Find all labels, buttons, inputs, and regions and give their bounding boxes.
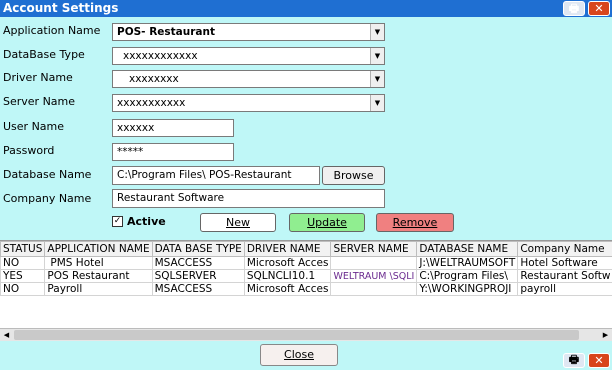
table-cell: Microsoft Acces [243,282,332,296]
close-button-label: Close [284,348,314,361]
new-button[interactable]: New [200,213,276,232]
table-cell: SQLSERVER [151,269,245,283]
driver-name-select[interactable]: xxxxxxxx ▼ [112,70,385,88]
table-cell: MSACCESS [151,282,245,296]
table-cell [330,282,418,296]
horizontal-scrollbar[interactable]: ◀ ▶ [0,328,612,341]
database-name-label: Database Name [3,168,92,181]
column-header[interactable]: DATABASE NAME [416,241,519,257]
application-name-value: POS- Restaurant [117,26,215,38]
table-cell: Microsoft Acces [243,256,332,270]
database-type-value: xxxxxxxxxxxx [123,50,198,62]
column-header[interactable]: APPLICATION NAME [44,241,153,257]
table-cell: PMS Hotel [44,256,153,270]
server-name-select[interactable]: xxxxxxxxxxx ▼ [112,94,385,112]
account-settings-window: Account Settings 🖶 ✕ Application Name Da… [0,0,612,370]
table-row[interactable]: NO PMS Hotel MSACCESS Microsoft Acces J:… [0,256,612,270]
server-name-value: xxxxxxxxxxx [117,97,186,109]
update-button[interactable]: Update [289,213,365,232]
table-cell: YES [0,269,46,283]
browse-button[interactable]: Browse [322,166,385,185]
update-button-label: Update [307,216,347,229]
remove-button[interactable]: Remove [376,213,454,232]
driver-name-label: Driver Name [3,71,73,84]
scrollbar-thumb[interactable] [14,330,579,340]
print-button[interactable]: 🖶 [563,353,585,368]
column-header[interactable]: DRIVER NAME [243,241,332,257]
table-header-row: STATUS APPLICATION NAME DATA BASE TYPE D… [0,241,612,257]
driver-name-value: xxxxxxxx [129,73,179,85]
title-bar: Account Settings 🖶 ✕ [0,0,612,17]
user-name-label: User Name [3,120,65,133]
table-cell: NO [0,282,46,296]
company-name-input[interactable]: Restaurant Software [112,189,385,208]
table-cell: NO [0,256,46,270]
active-label: Active [127,215,166,228]
password-input[interactable]: ***** [112,143,234,161]
table-cell: Payroll [44,282,153,296]
table-cell: MSACCESS [151,256,245,270]
database-type-select[interactable]: xxxxxxxxxxxx ▼ [112,47,385,65]
accounts-table[interactable]: STATUS APPLICATION NAME DATA BASE TYPE D… [0,240,612,328]
checkmark-icon: ✓ [112,216,123,227]
close-window-button[interactable]: ✕ [588,353,610,368]
table-row[interactable]: NO Payroll MSACCESS Microsoft Acces Y:\W… [0,282,612,296]
chevron-down-icon[interactable]: ▼ [370,24,384,40]
chevron-down-icon[interactable]: ▼ [370,48,384,64]
close-icon: ✕ [594,354,604,367]
application-name-label: Application Name [3,24,101,37]
printer-icon: 🖶 [568,353,580,366]
close-window-button[interactable]: ✕ [588,1,610,16]
window-title: Account Settings [3,1,119,15]
table-cell: POS Restaurant [44,269,153,283]
chevron-down-icon[interactable]: ▼ [370,95,384,111]
database-type-label: DataBase Type [3,48,85,61]
table-row[interactable]: YES POS Restaurant SQLSERVER SQLNCLI10.1… [0,269,612,283]
application-name-select[interactable]: POS- Restaurant ▼ [112,23,385,41]
password-label: Password [3,144,55,157]
column-header[interactable]: DATA BASE TYPE [151,241,245,257]
bottom-window-buttons: 🖶 ✕ [563,353,610,368]
table-cell [330,256,418,270]
table-cell: Restaurant Softw [517,269,612,283]
remove-button-label: Remove [392,216,438,229]
company-name-label: Company Name [3,192,92,205]
user-name-input[interactable]: xxxxxx [112,119,234,137]
column-header[interactable]: STATUS [0,241,46,257]
print-button[interactable]: 🖶 [563,1,585,16]
printer-icon: 🖶 [568,2,580,15]
server-name-label: Server Name [3,95,76,108]
new-button-label: New [226,216,250,229]
close-icon: ✕ [594,2,604,15]
table-cell: J:\WELTRAUMSOFT [416,256,519,270]
active-checkbox[interactable]: ✓ Active [112,215,166,228]
scroll-left-icon[interactable]: ◀ [0,329,13,341]
table-cell: Hotel Software [517,256,612,270]
column-header[interactable]: Company Name [517,241,612,257]
chevron-down-icon[interactable]: ▼ [370,71,384,87]
table-cell: Y:\WORKINGPROJI [416,282,519,296]
close-button[interactable]: Close [260,344,338,366]
database-name-input[interactable]: C:\Program Files\ POS-Restaurant [112,166,320,185]
table-cell: payroll [517,282,612,296]
table-cell: WELTRAUM \SQLI [330,269,418,283]
table-cell: C:\Program Files\ [416,269,519,283]
table-cell: SQLNCLI10.1 [243,269,332,283]
scroll-right-icon[interactable]: ▶ [599,329,612,341]
column-header[interactable]: SERVER NAME [330,241,418,257]
